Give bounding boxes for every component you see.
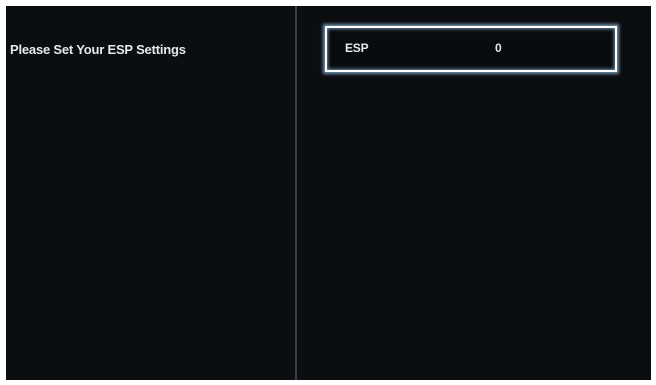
esp-setting-label: ESP	[345, 41, 369, 55]
right-panel: ESP 0	[297, 6, 651, 380]
esp-setting-value: 0	[495, 41, 502, 55]
tv-settings-screen: Please Set Your ESP Settings ESP 0	[6, 6, 651, 380]
esp-setting-row[interactable]: ESP 0	[325, 26, 617, 72]
prompt-text: Please Set Your ESP Settings	[10, 42, 186, 57]
left-panel: Please Set Your ESP Settings	[6, 6, 295, 380]
